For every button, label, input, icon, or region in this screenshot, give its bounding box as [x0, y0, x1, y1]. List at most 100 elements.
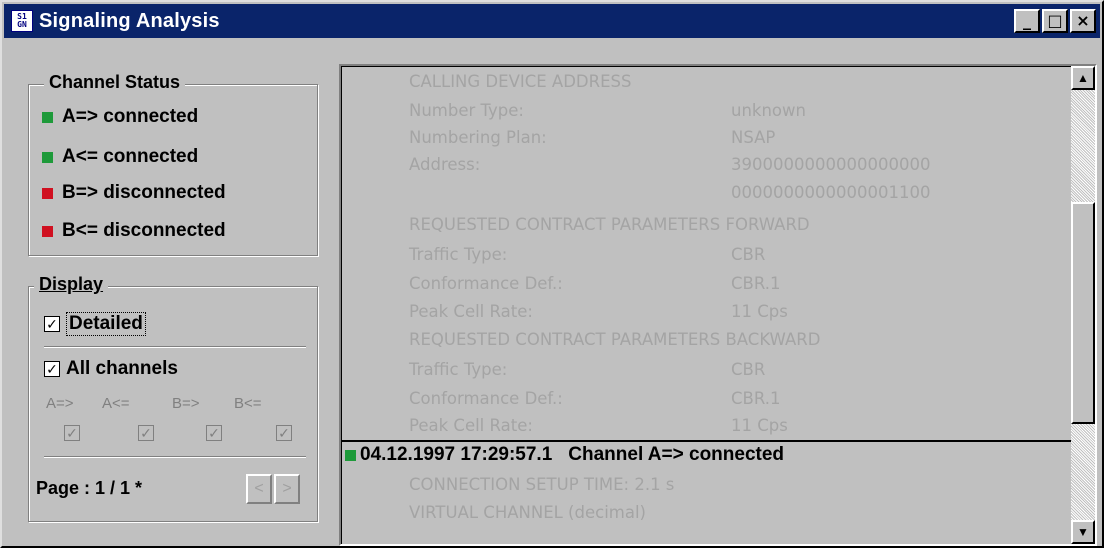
log-line-label: Peak Cell Rate:: [409, 302, 533, 321]
log-line-label: Conformance Def.:: [409, 389, 563, 408]
chevron-left-icon: <: [254, 480, 264, 497]
display-separator-1: [44, 346, 306, 348]
vertical-scrollbar[interactable]: ▲ ▼: [1071, 66, 1095, 544]
channel-label-a-out: A=>: [46, 395, 74, 412]
log-line-label: Number Type:: [409, 101, 524, 120]
status-led-icon: [42, 111, 53, 123]
status-led-icon: [42, 225, 53, 237]
log-line-label: CONNECTION SETUP TIME: 2.1 s: [409, 475, 675, 494]
status-label: A<= connected: [62, 146, 199, 167]
log-line: Conformance Def.: CBR.1: [409, 389, 780, 408]
log-line: Peak Cell Rate: 11 Cps: [409, 416, 788, 435]
minimize-button[interactable]: _: [1014, 9, 1040, 33]
title-bar[interactable]: S1 GN Signaling Analysis _ □ ×: [4, 4, 1100, 38]
close-button[interactable]: ×: [1070, 9, 1096, 33]
status-led-icon: [42, 151, 53, 163]
channel-status-title: Channel Status: [44, 72, 186, 93]
scroll-down-button[interactable]: ▼: [1071, 520, 1095, 544]
log-line-label: CALLING DEVICE ADDRESS: [409, 72, 632, 91]
log-line-value: CBR: [731, 360, 766, 379]
log-line: Address: 3900000000000000000: [409, 155, 930, 174]
close-icon: ×: [1076, 11, 1090, 30]
checkmark-icon: ✓: [276, 425, 292, 441]
status-led-icon: [42, 187, 53, 199]
log-line: VIRTUAL CHANNEL (decimal): [409, 503, 646, 522]
log-line-value: CBR.1: [731, 274, 781, 293]
log-line: Numbering Plan: NSAP: [409, 128, 775, 147]
checkmark-icon: ✓: [44, 316, 60, 332]
log-line: Peak Cell Rate: 11 Cps: [409, 302, 788, 321]
channel-checkbox-b-in[interactable]: ✓: [276, 425, 298, 441]
log-line-value: 11 Cps: [731, 302, 788, 321]
status-row-b-in: B<= disconnected: [42, 220, 226, 242]
status-row-b-out: B=> disconnected: [42, 182, 226, 204]
log-line: Traffic Type: CBR: [409, 360, 765, 379]
log-line: CONNECTION SETUP TIME: 2.1 s: [409, 475, 674, 494]
log-line-value: CBR.1: [731, 389, 781, 408]
prev-page-button[interactable]: <: [246, 474, 272, 504]
window-title: Signaling Analysis: [39, 9, 220, 32]
signaling-log-list[interactable]: CALLING DEVICE ADDRESS Number Type: unkno…: [339, 64, 1097, 546]
status-row-a-in: A<= connected: [42, 146, 198, 168]
log-line-label: Numbering Plan:: [409, 128, 547, 147]
status-label: B=> disconnected: [62, 182, 226, 203]
status-label: A=> connected: [62, 106, 199, 127]
channel-checkbox-a-out[interactable]: ✓: [64, 425, 86, 441]
channel-label-b-in: B<=: [234, 395, 262, 412]
log-line: REQUESTED CONTRACT PARAMETERS FORWARD: [409, 215, 810, 234]
event-message: Channel A=> connected: [568, 444, 785, 465]
log-line-label: REQUESTED CONTRACT PARAMETERS BACKWARD: [409, 330, 821, 349]
detailed-checkbox[interactable]: ✓ Detailed: [44, 312, 146, 336]
chevron-right-icon: >: [282, 480, 292, 497]
log-line-value: CBR: [731, 245, 766, 264]
signaling-analysis-window: S1 GN Signaling Analysis _ □ × Channel S…: [0, 0, 1104, 548]
title-buttons: _ □ ×: [1012, 9, 1096, 33]
detailed-label: Detailed: [66, 312, 146, 336]
log-line-label: Address:: [409, 155, 481, 174]
maximize-button[interactable]: □: [1042, 9, 1068, 33]
maximize-icon: □: [1047, 11, 1063, 30]
event-line: 04.12.1997 17:29:57.1 Channel A=> connec…: [345, 444, 784, 466]
display-title: Display: [34, 274, 109, 295]
log-line-value: 11 Cps: [731, 416, 788, 435]
log-content: CALLING DEVICE ADDRESS Number Type: unkno…: [341, 66, 1071, 544]
log-line-label: Peak Cell Rate:: [409, 416, 533, 435]
checkmark-icon: ✓: [138, 425, 154, 441]
log-line: Traffic Type: CBR: [409, 245, 765, 264]
log-line: CALLING DEVICE ADDRESS: [409, 72, 631, 91]
display-title-text: Display: [39, 274, 104, 294]
log-line-label: Traffic Type:: [409, 360, 508, 379]
log-line: REQUESTED CONTRACT PARAMETERS BACKWARD: [409, 330, 820, 349]
all-channels-label: All channels: [66, 358, 178, 379]
log-line-label: Conformance Def.:: [409, 274, 563, 293]
channel-checkbox-b-out[interactable]: ✓: [206, 425, 228, 441]
arrow-down-icon: ▼: [1077, 525, 1089, 539]
log-line-value: 0000000000000001100: [731, 183, 931, 202]
checkmark-icon: ✓: [44, 361, 60, 377]
scroll-thumb[interactable]: [1071, 202, 1095, 424]
minimize-icon: _: [1023, 11, 1031, 30]
event-divider: [341, 440, 1071, 442]
status-row-a-out: A=> connected: [42, 106, 198, 128]
log-line-value: NSAP: [731, 128, 776, 147]
channel-checkbox-a-in[interactable]: ✓: [138, 425, 160, 441]
checkmark-icon: ✓: [206, 425, 222, 441]
log-line-value: 3900000000000000000: [731, 155, 931, 174]
event-timestamp: 04.12.1997 17:29:57.1: [360, 444, 553, 465]
status-label: B<= disconnected: [62, 220, 226, 241]
checkmark-icon: ✓: [64, 425, 80, 441]
scroll-up-button[interactable]: ▲: [1071, 66, 1095, 90]
all-channels-checkbox[interactable]: ✓ All channels: [44, 358, 178, 380]
log-line-label: Traffic Type:: [409, 245, 508, 264]
arrow-up-icon: ▲: [1077, 71, 1089, 85]
page-indicator: Page : 1 / 1 *: [36, 478, 143, 498]
display-separator-2: [44, 456, 306, 458]
channel-label-a-in: A<=: [102, 395, 130, 412]
app-icon-text-bottom: GN: [17, 20, 27, 29]
log-line-value: unknown: [731, 101, 806, 120]
next-page-button[interactable]: >: [274, 474, 300, 504]
log-line-label: VIRTUAL CHANNEL (decimal): [409, 503, 646, 522]
event-led-icon: [345, 449, 356, 461]
channel-label-b-out: B=>: [172, 395, 200, 412]
app-icon: S1 GN: [11, 10, 33, 32]
